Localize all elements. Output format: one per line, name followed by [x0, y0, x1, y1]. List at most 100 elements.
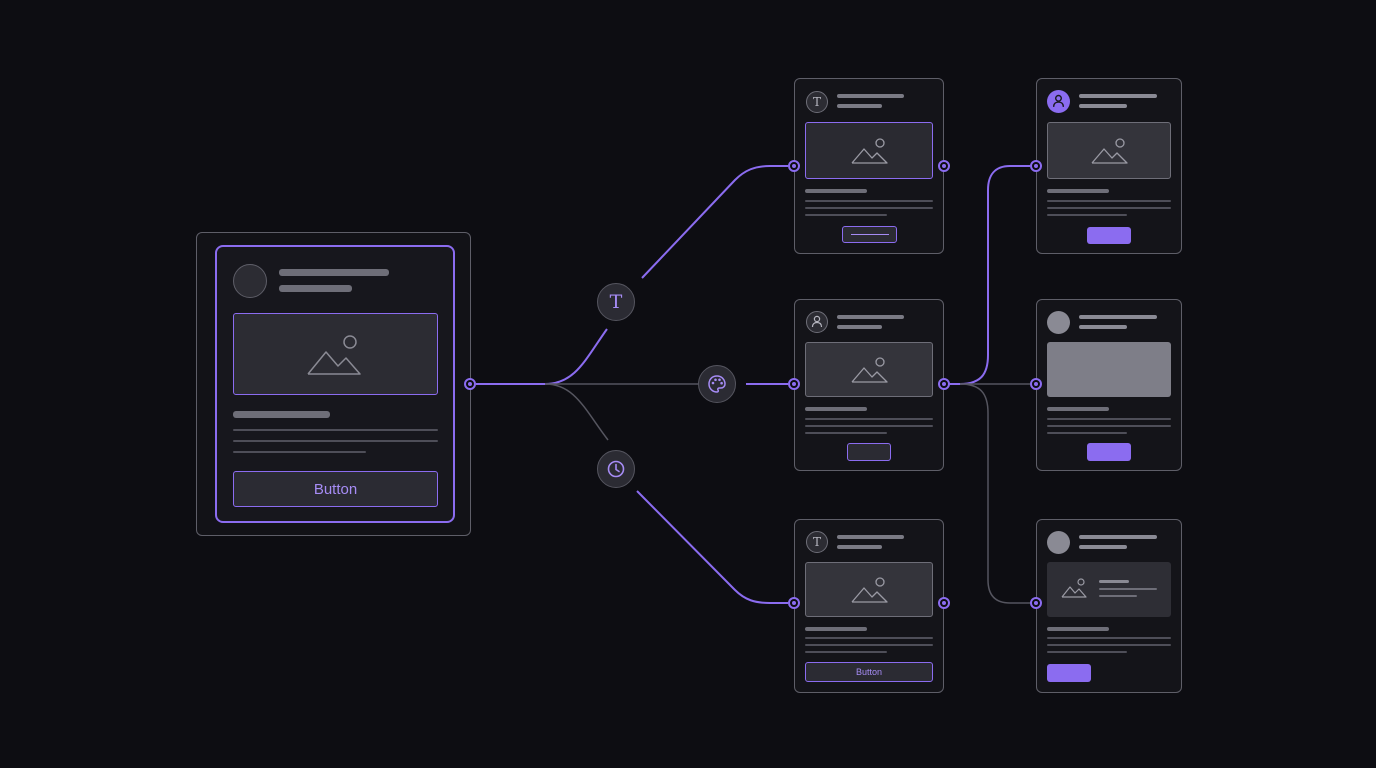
variant-button[interactable]	[1087, 443, 1131, 461]
source-image-placeholder	[233, 313, 438, 395]
variant-card-right-bottom[interactable]	[1036, 519, 1182, 693]
variant-text-line	[1047, 207, 1171, 209]
variant-title-bar	[1079, 535, 1157, 539]
variant-right-middle-input-port[interactable]	[1030, 378, 1042, 390]
variant-text-line	[805, 432, 887, 434]
media-title-bar	[1099, 580, 1129, 583]
variant-card-time-bottom[interactable]: T Button	[794, 519, 944, 693]
source-button[interactable]: Button	[233, 471, 438, 507]
variant-avatar	[806, 311, 828, 333]
variant-text-line	[805, 214, 887, 216]
source-avatar	[233, 264, 267, 298]
typography-icon: T	[609, 291, 623, 313]
variant-subtitle-bar	[837, 104, 882, 108]
variant-text-line	[1047, 214, 1127, 216]
palette-icon	[708, 375, 726, 393]
variant-image-placeholder	[1047, 122, 1171, 179]
source-text-line	[233, 429, 438, 431]
typography-avatar-icon: T	[812, 535, 821, 549]
variant-title-bar	[1079, 94, 1157, 98]
variant-right-bottom-input-port[interactable]	[1030, 597, 1042, 609]
variant-time-bottom-input-port[interactable]	[788, 597, 800, 609]
variant-text-line	[805, 644, 933, 646]
variant-text-line	[805, 418, 933, 420]
variant-heading-bar	[805, 627, 867, 631]
variant-text-line	[1047, 418, 1171, 420]
user-icon	[1052, 94, 1065, 107]
variant-image-placeholder	[805, 562, 933, 617]
variant-text-line	[1047, 432, 1127, 434]
variant-text-line	[1047, 651, 1127, 653]
variant-button[interactable]	[847, 443, 891, 461]
variant-title-bar	[837, 315, 904, 319]
variant-card-color-middle[interactable]	[794, 299, 944, 471]
media-text-line	[1099, 588, 1157, 590]
variant-image-filled	[1047, 342, 1171, 397]
variant-text-line	[805, 425, 933, 427]
variant-heading-bar	[1047, 627, 1109, 631]
variant-button[interactable]	[1087, 227, 1131, 244]
image-placeholder-icon	[1061, 578, 1087, 598]
image-placeholder-icon	[851, 138, 888, 164]
variant-time-bottom-output-port[interactable]	[938, 597, 950, 609]
variant-avatar: T	[806, 91, 828, 113]
variant-button[interactable]	[842, 226, 897, 243]
source-text-line	[233, 451, 366, 453]
variant-subtitle-bar	[1079, 104, 1127, 108]
source-subtitle-bar	[279, 285, 352, 292]
typography-tool-node[interactable]: T	[597, 283, 635, 321]
source-text-line	[233, 440, 438, 442]
variant-button[interactable]: Button	[805, 662, 933, 682]
variant-avatar	[1047, 311, 1070, 334]
variant-title-bar	[837, 94, 904, 98]
variant-subtitle-bar	[837, 325, 882, 329]
variant-typography-top-input-port[interactable]	[788, 160, 800, 172]
image-placeholder-icon	[307, 335, 361, 375]
connector-time-to-bottom-variant	[636, 490, 788, 604]
variant-card-right-middle[interactable]	[1036, 299, 1182, 471]
variant-text-line	[805, 200, 933, 202]
variant-color-middle-output-port[interactable]	[938, 378, 950, 390]
connector-middle-to-right-bottom	[959, 383, 1030, 604]
variant-avatar	[1047, 531, 1070, 554]
image-placeholder-icon	[1091, 138, 1128, 164]
variant-right-top-input-port[interactable]	[1030, 160, 1042, 172]
clock-icon	[607, 460, 625, 478]
connector-middle-to-right-top	[949, 165, 1030, 385]
variant-heading-bar	[1047, 189, 1109, 193]
variant-subtitle-bar	[837, 545, 882, 549]
variant-button-label: Button	[855, 667, 883, 677]
variant-text-line	[1047, 644, 1171, 646]
variant-image-placeholder	[805, 122, 933, 179]
variant-avatar: T	[806, 531, 828, 553]
time-tool-node[interactable]	[597, 450, 635, 488]
variant-color-middle-input-port[interactable]	[788, 378, 800, 390]
variant-text-line	[1047, 200, 1171, 202]
variant-media-row	[1047, 562, 1171, 617]
button-text-placeholder	[850, 233, 889, 236]
source-output-port[interactable]	[464, 378, 476, 390]
variant-text-line	[805, 637, 933, 639]
image-placeholder-icon	[851, 357, 888, 383]
variant-heading-bar	[805, 407, 867, 411]
variant-title-bar	[837, 535, 904, 539]
source-card[interactable]: Button	[215, 245, 455, 523]
image-placeholder-icon	[851, 577, 888, 603]
variant-subtitle-bar	[1079, 545, 1127, 549]
source-button-label: Button	[313, 480, 358, 498]
variant-heading-bar	[1047, 407, 1109, 411]
media-text-line	[1099, 595, 1137, 597]
variant-button[interactable]	[1047, 664, 1091, 682]
connector-to-time-tool	[544, 383, 609, 441]
color-tool-node[interactable]	[698, 365, 736, 403]
user-icon	[811, 315, 823, 328]
connector-typography-to-top-variant	[641, 165, 788, 279]
source-heading-bar	[233, 411, 330, 418]
variant-card-right-top[interactable]	[1036, 78, 1182, 254]
variant-text-line	[805, 207, 933, 209]
connector-to-typography-tool	[544, 328, 608, 385]
variant-text-line	[1047, 637, 1171, 639]
variant-text-line	[805, 651, 887, 653]
variant-typography-top-output-port[interactable]	[938, 160, 950, 172]
variant-card-typography-top[interactable]: T	[794, 78, 944, 254]
